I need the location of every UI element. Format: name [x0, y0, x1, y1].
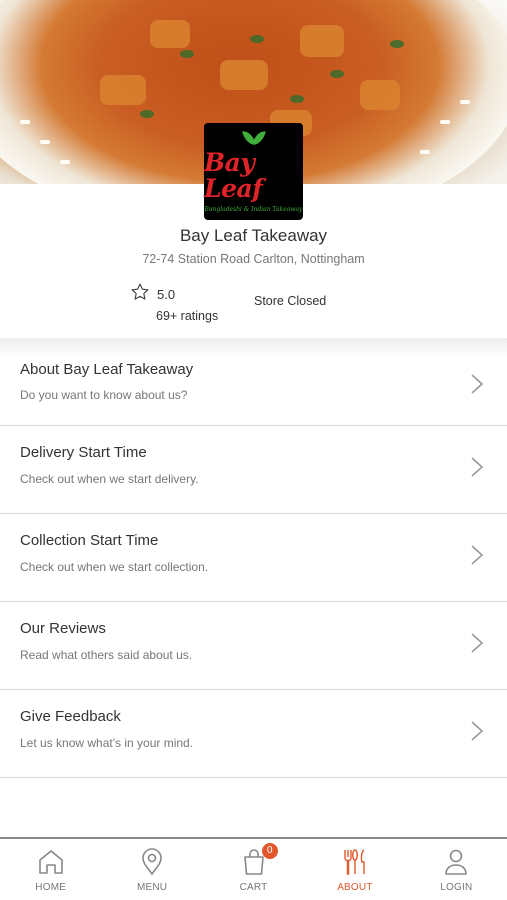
chevron-right-icon	[471, 457, 484, 477]
menu-item-title: About Bay Leaf Takeaway	[20, 361, 194, 378]
menu-item-delivery-start-time[interactable]: Delivery Start Time Check out when we st…	[0, 426, 507, 514]
menu-item-subtitle: Do you want to know about us?	[20, 388, 188, 402]
nav-label: MENU	[136, 882, 168, 893]
menu-item-about[interactable]: About Bay Leaf Takeaway Do you want to k…	[0, 343, 507, 426]
nav-label: LOGIN	[440, 882, 473, 893]
nav-label: CART	[239, 882, 268, 893]
nav-label: ABOUT	[337, 882, 373, 893]
cutlery-icon	[344, 849, 365, 875]
menu-item-give-feedback[interactable]: Give Feedback Let us know what's in your…	[0, 690, 507, 778]
chevron-right-icon	[471, 721, 484, 741]
bottom-navigation: HOME MENU 0 CART ABOUT LOGIN	[0, 837, 507, 900]
menu-item-collection-start-time[interactable]: Collection Start Time Check out when we …	[0, 514, 507, 602]
menu-item-title: Collection Start Time	[20, 532, 159, 549]
menu-item-title: Our Reviews	[20, 620, 106, 637]
nav-cart[interactable]: 0 CART	[203, 839, 304, 900]
menu-item-title: Give Feedback	[20, 708, 121, 725]
nav-home[interactable]: HOME	[0, 839, 101, 900]
menu-item-subtitle: Check out when we start delivery.	[20, 472, 199, 486]
chevron-right-icon	[471, 374, 484, 394]
star-icon	[131, 283, 149, 300]
store-status: Store Closed	[254, 294, 327, 308]
nav-about[interactable]: ABOUT	[304, 839, 405, 900]
nav-label: HOME	[35, 882, 67, 893]
user-icon	[445, 849, 468, 875]
leaf-icon	[243, 130, 265, 148]
about-menu-list: About Bay Leaf Takeaway Do you want to k…	[0, 343, 507, 778]
menu-item-title: Delivery Start Time	[20, 444, 147, 461]
nav-login[interactable]: LOGIN	[406, 839, 507, 900]
restaurant-logo: Bay Leaf Bangladeshi & Indian Takeaway	[204, 123, 303, 220]
logo-brand-text: Bay Leaf	[204, 148, 263, 203]
menu-item-subtitle: Check out when we start collection.	[20, 560, 209, 574]
nav-menu[interactable]: MENU	[101, 839, 202, 900]
store-name: Bay Leaf Takeaway	[179, 226, 328, 245]
chevron-right-icon	[471, 633, 484, 653]
rating-count: 69+ ratings	[156, 309, 219, 323]
chevron-right-icon	[471, 545, 484, 565]
menu-item-our-reviews[interactable]: Our Reviews Read what others said about …	[0, 602, 507, 690]
home-icon	[38, 850, 63, 874]
rating-value: 5.0	[157, 287, 176, 302]
logo-tagline: Bangladeshi & Indian Takeaway	[204, 206, 303, 213]
menu-item-subtitle: Let us know what's in your mind.	[20, 736, 194, 750]
menu-item-subtitle: Read what others said about us.	[20, 648, 193, 662]
location-pin-icon	[142, 848, 162, 876]
cart-count-badge: 0	[261, 843, 278, 859]
store-address: 72-74 Station Road Carlton, Nottingham	[142, 252, 365, 266]
